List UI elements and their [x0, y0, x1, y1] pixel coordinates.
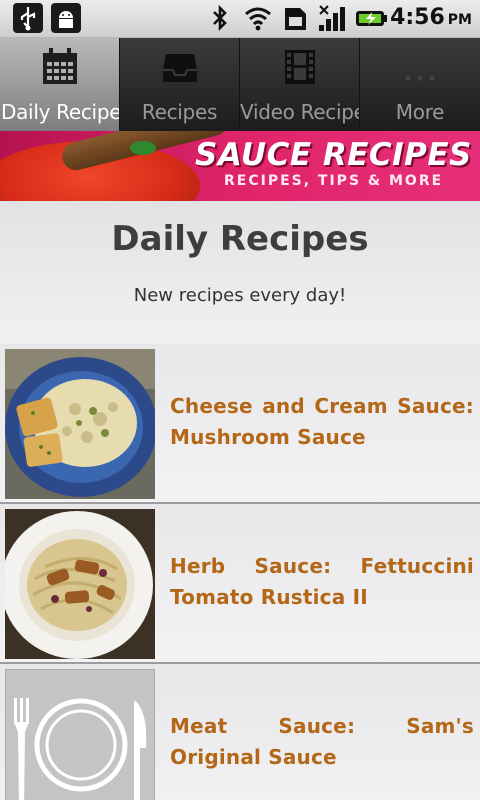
- clock: 4:56 PM: [390, 5, 472, 30]
- page-subtitle: New recipes every day!: [133, 285, 347, 306]
- recipe-list: Cheese and Cream Sauce: Mushroom Sauce H…: [0, 344, 480, 800]
- recipe-title: Herb Sauce: Fettuccini Tomato Rustica II: [170, 554, 474, 609]
- tab-label: Video Recipe: [240, 100, 360, 124]
- banner-title: SAUCE RECIPES: [195, 137, 472, 173]
- usb-icon: [13, 3, 43, 33]
- herb-garnish-image: [130, 141, 156, 155]
- tab-label: Recipes: [141, 100, 218, 124]
- more-dots-icon: [402, 48, 438, 86]
- signal-icon: [317, 3, 347, 33]
- wifi-icon: [243, 3, 273, 33]
- list-item[interactable]: Herb Sauce: Fettuccini Tomato Rustica II: [0, 504, 480, 664]
- android-debug-icon: [51, 3, 81, 33]
- page-header: Daily Recipes New recipes every day!: [0, 201, 480, 344]
- tab-recipes[interactable]: Recipes: [120, 38, 240, 131]
- inbox-icon: [162, 48, 198, 86]
- list-item[interactable]: Cheese and Cream Sauce: Mushroom Sauce: [0, 344, 480, 504]
- tab-daily-recipes[interactable]: Daily Recipes: [0, 38, 120, 131]
- list-item[interactable]: Meat Sauce: Sam's Original Sauce: [0, 664, 480, 800]
- tab-label: More: [395, 100, 445, 124]
- recipe-title: Cheese and Cream Sauce: Mushroom Sauce: [170, 394, 474, 449]
- sauce-recipes-banner[interactable]: SAUCE RECIPES RECIPES, TIPS & MORE: [0, 131, 480, 201]
- bluetooth-icon: [205, 3, 235, 33]
- banner-subtitle: RECIPES, TIPS & MORE: [224, 173, 444, 189]
- status-bar: 4:56 PM: [0, 0, 480, 38]
- battery-charging-icon: [355, 3, 389, 33]
- calendar-icon: [42, 48, 78, 86]
- clock-time: 4:56: [390, 5, 445, 30]
- tab-bar: Daily Recipes Recipes Video Recipe More: [0, 38, 480, 131]
- recipe-title: Meat Sauce: Sam's Original Sauce: [170, 714, 474, 769]
- pasta-with-garlic-bread-photo: [5, 349, 155, 499]
- page-title: Daily Recipes: [111, 219, 369, 259]
- clock-ampm: PM: [447, 12, 472, 28]
- tab-video-recipe[interactable]: Video Recipe: [240, 38, 360, 131]
- film-icon: [282, 48, 318, 86]
- tab-label: Daily Recipes: [1, 100, 120, 124]
- fettuccini-with-chicken-photo: [5, 509, 155, 659]
- tab-more[interactable]: More: [360, 38, 480, 131]
- sim-icon: [280, 3, 310, 33]
- plate-fork-knife-placeholder-icon: [5, 669, 155, 800]
